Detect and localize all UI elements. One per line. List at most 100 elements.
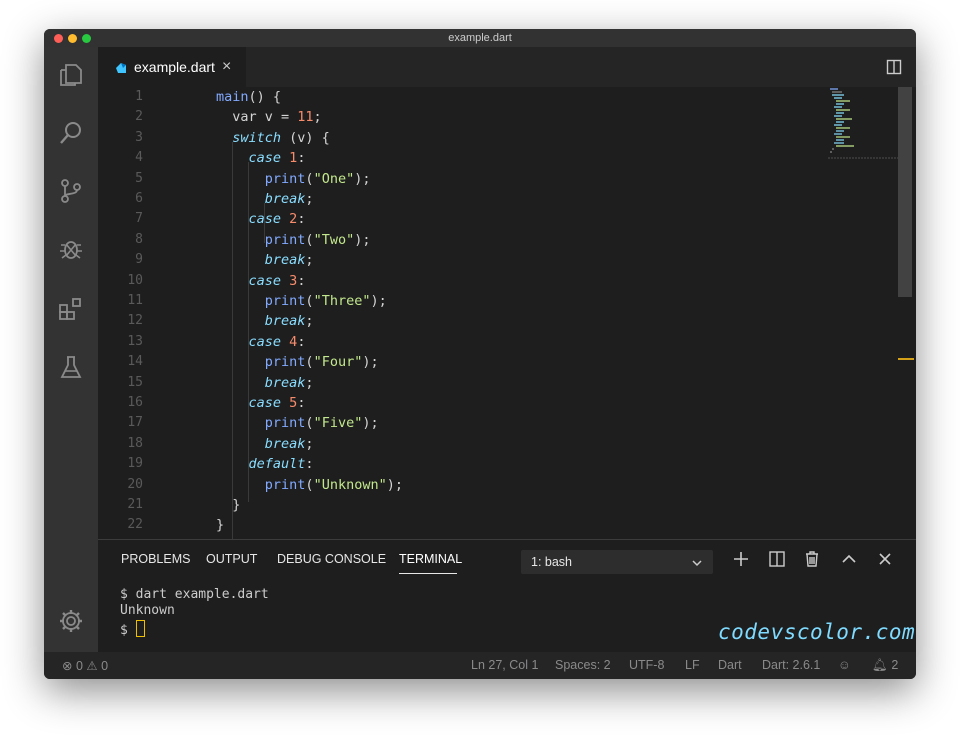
window-title: example.dart xyxy=(448,32,512,44)
warning-icon: ⚠ xyxy=(86,659,98,673)
source-control-icon[interactable] xyxy=(57,177,85,205)
editor-scrollbar[interactable] xyxy=(898,87,912,297)
terminal-cursor xyxy=(135,620,145,637)
title-bar: example.dart xyxy=(44,29,916,47)
close-panel-icon[interactable] xyxy=(875,549,895,569)
close-window-button[interactable] xyxy=(54,34,63,43)
activity-bar xyxy=(44,47,98,652)
cursor-position[interactable]: Ln 27, Col 1 xyxy=(471,658,538,672)
errors-indicator[interactable]: ⊗ 0 ⚠ 0 xyxy=(62,658,108,673)
trash-icon[interactable] xyxy=(802,549,822,569)
line-number: 14 xyxy=(127,354,143,369)
tab-problems[interactable]: PROBLEMS xyxy=(121,552,190,566)
line-number: 12 xyxy=(127,313,143,328)
chevron-down-icon xyxy=(691,550,703,574)
line-number: 19 xyxy=(127,456,143,471)
shell-select-value: 1: bash xyxy=(531,555,573,569)
tab-label: example.dart xyxy=(134,59,215,75)
terminal-prompt[interactable]: $ xyxy=(120,620,145,638)
code-line: case 4: xyxy=(248,334,306,350)
error-count: 0 xyxy=(75,659,83,673)
code-line: } xyxy=(216,497,241,513)
code-line: default: xyxy=(248,456,314,472)
terminal-line: Unknown xyxy=(120,603,175,618)
debug-icon[interactable] xyxy=(57,235,85,263)
code-line: print("Four"); xyxy=(264,354,379,370)
line-number: 22 xyxy=(127,517,143,532)
code-line: switch (v) { xyxy=(232,130,330,146)
tab-debug-console[interactable]: DEBUG CONSOLE xyxy=(277,552,386,566)
close-tab-icon[interactable]: × xyxy=(222,58,231,76)
editor-tab-bar: example.dart × ··· xyxy=(98,47,916,88)
line-number: 4 xyxy=(135,150,143,165)
search-icon[interactable] xyxy=(57,119,85,147)
line-number: 8 xyxy=(135,232,143,247)
explorer-icon[interactable] xyxy=(57,61,85,89)
line-number: 6 xyxy=(135,191,143,206)
dart-sdk-version[interactable]: Dart: 2.6.1 xyxy=(762,658,820,672)
line-number: 21 xyxy=(127,497,143,512)
vscode-window: example.dart example.dart × 1 2 3 4 5 6 … xyxy=(44,29,916,679)
code-line: case 5: xyxy=(248,395,306,411)
bell-icon: 🔔︎ xyxy=(872,658,888,672)
testing-flask-icon[interactable] xyxy=(57,353,85,381)
code-line: } xyxy=(216,517,225,533)
code-line: print("Five"); xyxy=(264,415,379,431)
feedback-smiley-icon[interactable]: ☺ xyxy=(838,658,851,672)
split-editor-icon[interactable] xyxy=(886,59,902,75)
status-bar: ⊗ 0 ⚠ 0 Ln 27, Col 1 Spaces: 2 UTF-8 LF … xyxy=(44,652,916,679)
line-number: 16 xyxy=(127,395,143,410)
code-line: main() { xyxy=(216,89,282,105)
tab-output[interactable]: OUTPUT xyxy=(206,552,257,566)
line-number: 7 xyxy=(135,211,143,226)
warning-count: 0 xyxy=(101,659,109,673)
minimap[interactable] xyxy=(828,87,898,167)
line-number: 18 xyxy=(127,436,143,451)
code-line: print("Three"); xyxy=(264,293,387,309)
code-line: break; xyxy=(264,252,314,268)
line-number: 2 xyxy=(135,109,143,124)
terminal-shell-select[interactable]: 1: bash xyxy=(521,550,713,574)
code-line: print("One"); xyxy=(264,171,371,187)
encoding[interactable]: UTF-8 xyxy=(629,658,664,672)
tab-example-dart[interactable]: example.dart × xyxy=(98,47,246,88)
maximize-panel-chevron-up-icon[interactable] xyxy=(839,549,859,569)
language-mode[interactable]: Dart xyxy=(718,658,742,672)
error-icon: ⊗ xyxy=(62,659,73,673)
split-terminal-icon[interactable] xyxy=(767,549,787,569)
code-line: break; xyxy=(264,313,314,329)
scrollbar-marker xyxy=(898,358,914,360)
notifications[interactable]: 🔔︎ 2 xyxy=(872,658,898,673)
code-line: break; xyxy=(264,191,314,207)
indentation[interactable]: Spaces: 2 xyxy=(555,658,611,672)
code-line: break; xyxy=(264,375,314,391)
line-number: 3 xyxy=(135,130,143,145)
line-number: 17 xyxy=(127,415,143,430)
tab-terminal[interactable]: TERMINAL xyxy=(399,552,462,566)
line-number: 1 xyxy=(135,89,143,104)
watermark: codevscolor.com xyxy=(718,620,916,644)
extensions-icon[interactable] xyxy=(57,295,85,323)
settings-gear-icon[interactable] xyxy=(57,607,85,635)
zoom-window-button[interactable] xyxy=(82,34,91,43)
terminal-line: $ dart example.dart xyxy=(120,587,269,602)
code-line: print("Two"); xyxy=(264,232,371,248)
code-line: case 2: xyxy=(248,211,306,227)
line-number: 5 xyxy=(135,171,143,186)
line-number: 11 xyxy=(127,293,143,308)
line-number: 10 xyxy=(127,273,143,288)
prompt-text: $ xyxy=(120,623,136,638)
notification-count: 2 xyxy=(891,658,899,672)
line-number: 20 xyxy=(127,477,143,492)
new-terminal-plus-icon[interactable] xyxy=(731,549,751,569)
end-of-line[interactable]: LF xyxy=(685,658,700,672)
code-line: case 1: xyxy=(248,150,306,166)
code-line: var v = 11; xyxy=(216,109,322,125)
code-editor[interactable]: 1 2 3 4 5 6 7 8 9 10 11 12 13 14 15 16 17 18 19 20 21 22 main… xyxy=(98,87,916,542)
code-line: print("Unknown"); xyxy=(264,477,403,493)
terminal-panel: PROBLEMS OUTPUT DEBUG CONSOLE TERMINAL 1… xyxy=(98,539,916,653)
minimize-window-button[interactable] xyxy=(68,34,77,43)
line-number: 15 xyxy=(127,375,143,390)
line-number: 13 xyxy=(127,334,143,349)
active-tab-indicator xyxy=(399,573,457,574)
